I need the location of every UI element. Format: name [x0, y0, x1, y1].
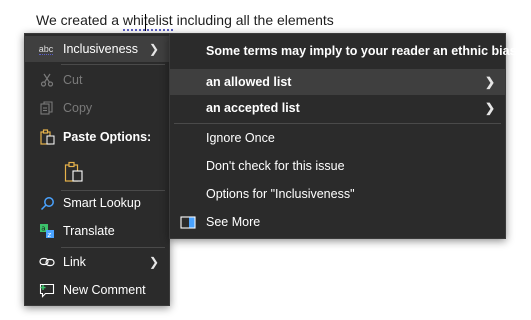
context-menu: abc Inclusiveness ❯ Cut Copy Paste Optio… [24, 33, 170, 306]
abc-icon-text: abc [38, 43, 54, 55]
svg-text:a: a [41, 225, 45, 233]
paste-keep-text-icon [63, 160, 85, 184]
cut-label: Cut [63, 73, 83, 87]
menu-item-translate[interactable]: az Translate [25, 218, 169, 244]
inclusiveness-submenu: Some terms may imply to your reader an e… [169, 33, 517, 239]
options-label: Options for "Inclusiveness" [206, 187, 355, 201]
menu-item-new-comment[interactable]: New Comment [25, 277, 169, 303]
menu-item-ignore-once[interactable]: Ignore Once [170, 125, 505, 151]
document-text-line: We created a whitelist including all the… [36, 12, 334, 28]
link-icon [39, 254, 55, 270]
abc-spelling-icon: abc [35, 41, 57, 57]
see-more-label: See More [206, 215, 261, 229]
dont-check-label: Don't check for this issue [206, 159, 345, 173]
menu-item-link[interactable]: Link ❯ [25, 249, 169, 275]
menu-item-smart-lookup[interactable]: Smart Lookup [25, 190, 169, 216]
chevron-right-icon: ❯ [484, 101, 495, 115]
flagged-word[interactable]: whitelist [123, 12, 173, 28]
menu-item-cut[interactable]: Cut [25, 67, 169, 93]
suggestion-label: an allowed list [206, 75, 292, 89]
submenu-header-text: Some terms may imply to your reader an e… [206, 44, 517, 58]
menu-item-copy[interactable]: Copy [25, 95, 169, 121]
scissors-icon [39, 72, 55, 88]
copy-label: Copy [63, 101, 93, 115]
menu-separator [61, 64, 165, 65]
chevron-right-icon: ❯ [484, 75, 495, 89]
submenu-header: Some terms may imply to your reader an e… [170, 38, 517, 64]
pane-icon [180, 214, 196, 230]
menu-item-see-more[interactable]: See More [170, 209, 505, 235]
translate-icon: az [39, 223, 55, 239]
menu-item-paste-options: Paste Options: [25, 124, 169, 150]
search-icon [39, 195, 55, 211]
menu-separator [61, 247, 165, 248]
comment-icon [39, 282, 55, 298]
paste-options-label: Paste Options: [63, 130, 152, 144]
copy-icon [39, 100, 55, 116]
link-label: Link [63, 255, 86, 269]
chevron-right-icon: ❯ [148, 42, 159, 56]
svg-text:z: z [48, 231, 52, 239]
smart-lookup-label: Smart Lookup [63, 196, 141, 210]
translate-label: Translate [63, 224, 115, 238]
suggestion-item[interactable]: an allowed list ❯ [170, 69, 505, 95]
new-comment-label: New Comment [63, 283, 146, 297]
menu-item-inclusiveness[interactable]: abc Inclusiveness ❯ [25, 36, 169, 62]
text-cursor [145, 14, 146, 31]
paste-keep-text-option[interactable] [25, 155, 169, 189]
paste-icon [39, 129, 55, 145]
document-text-after: including all the elements [172, 12, 334, 28]
inclusiveness-label: Inclusiveness [63, 42, 139, 56]
menu-item-options-inclusiveness[interactable]: Options for "Inclusiveness" [170, 181, 505, 207]
suggestion-label: an accepted list [206, 101, 300, 115]
menu-separator [174, 123, 501, 124]
menu-item-dont-check[interactable]: Don't check for this issue [170, 153, 505, 179]
suggestion-item[interactable]: an accepted list ❯ [170, 95, 505, 121]
chevron-right-icon: ❯ [148, 255, 159, 269]
ignore-once-label: Ignore Once [206, 131, 275, 145]
document-text-before: We created a [36, 12, 123, 28]
